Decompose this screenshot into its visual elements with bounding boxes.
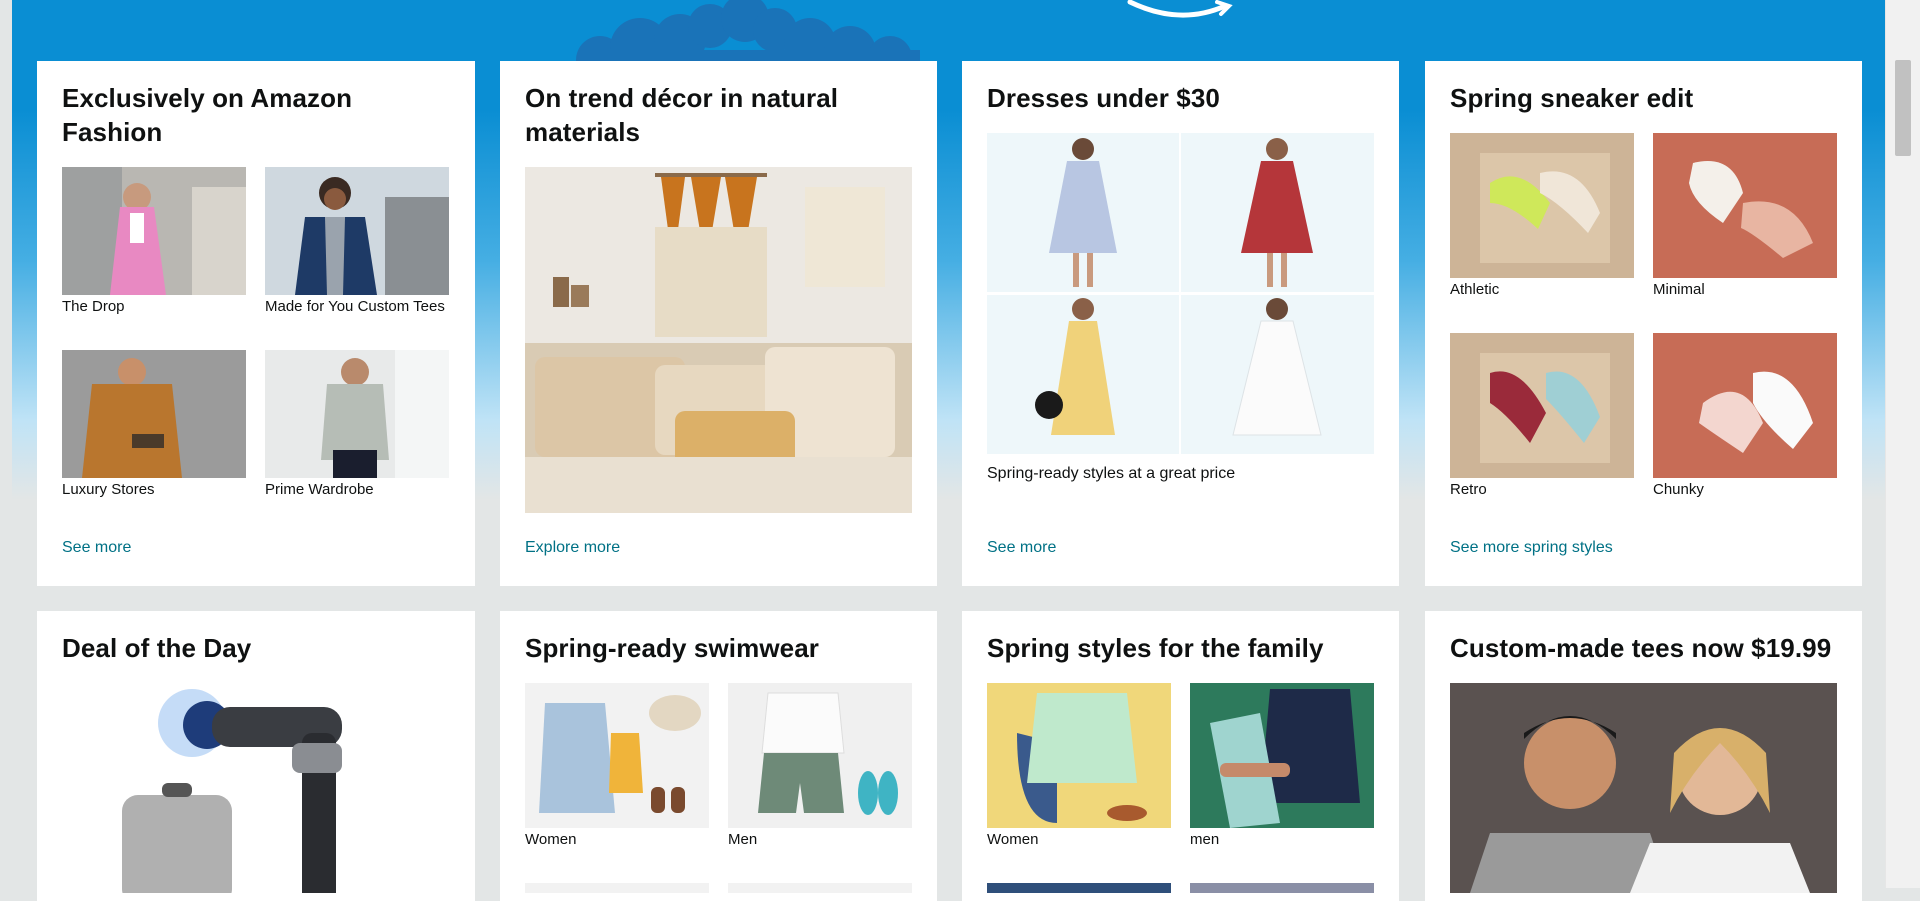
see-more-link[interactable]: See more [987,539,1056,557]
family-men-image [1190,683,1374,828]
family-next-row-image [1190,883,1374,893]
retro-sneaker-image [1450,333,1634,478]
tile-caption: The Drop [62,298,125,315]
family-women-image [987,683,1171,828]
card-title: Spring-ready swimwear [525,633,819,663]
dress-blue-image[interactable] [987,133,1179,292]
card-custom-tees: Custom-made tees now $19.99 [1425,611,1862,901]
luxury-stores-image [62,350,246,478]
chunky-sneaker-image [1653,333,1837,478]
card-title: Custom-made tees now $19.99 [1450,633,1832,663]
card-dresses: Dresses under $30 Spring-ready styles at… [962,61,1399,586]
prime-wardrobe-image [265,350,449,478]
explore-more-link[interactable]: Explore more [525,539,620,557]
card-title: Dresses under $30 [987,83,1220,113]
amazon-smile-logo [1127,0,1233,18]
card-sneakers: Spring sneaker edit Athletic Minimal Ret… [1425,61,1862,586]
minimal-sneaker-image [1653,133,1837,278]
page-scrollbar[interactable] [1885,0,1920,888]
dresses-subtitle: Spring-ready styles at a great price [987,465,1236,482]
page-left-edge [0,0,12,888]
tile-caption: Men [728,831,758,848]
tile-caption: Retro [1450,481,1487,498]
card-decor: On trend décor in natural materials Expl… [500,61,937,586]
decor-image[interactable] [525,167,912,513]
tile-caption: Women [525,831,577,848]
cloud-illustration [576,0,920,62]
scrollbar-thumb[interactable] [1895,60,1911,156]
card-title: Exclusively on Amazon Fashion [62,83,353,147]
card-title: Spring sneaker edit [1450,83,1694,113]
card-amazon-fashion: Exclusively on Amazon Fashion The Drop M… [37,61,475,586]
tile-caption: Minimal [1653,281,1705,298]
card-title: Spring styles for the family [987,633,1324,663]
swimwear-women-image [525,683,709,828]
tile-caption: Athletic [1450,281,1500,298]
dress-red-image[interactable] [1181,133,1374,292]
tile-caption: Made for You Custom Tees [265,298,445,315]
tile-caption: Women [987,831,1039,848]
card-title: Deal of the Day [62,633,252,663]
athletic-sneaker-image [1450,133,1634,278]
the-drop-image [62,167,246,295]
tile-caption: Chunky [1653,481,1704,498]
card-deal-of-the-day: Deal of the Day [37,611,475,901]
deal-massage-gun-image[interactable] [62,683,449,893]
tile-caption: Prime Wardrobe [265,481,374,498]
custom-tees-image [265,167,449,295]
card-family-styles: Spring styles for the family Women men [962,611,1399,901]
custom-tees-couple-image[interactable] [1450,683,1837,893]
swimwear-men-image [728,683,912,828]
see-more-link[interactable]: See more [62,539,131,557]
tile-caption: men [1190,831,1220,848]
tile-caption: Luxury Stores [62,481,155,498]
family-next-row-image [987,883,1171,893]
swimwear-next-row-image [525,883,709,893]
dress-yellow-image[interactable] [987,295,1179,454]
card-swimwear: Spring-ready swimwear Women Men [500,611,937,901]
see-more-spring-styles-link[interactable]: See more spring styles [1450,539,1613,557]
swimwear-next-row-image [728,883,912,893]
dress-white-image[interactable] [1181,295,1374,454]
card-title: On trend décor in natural materials [525,83,839,147]
